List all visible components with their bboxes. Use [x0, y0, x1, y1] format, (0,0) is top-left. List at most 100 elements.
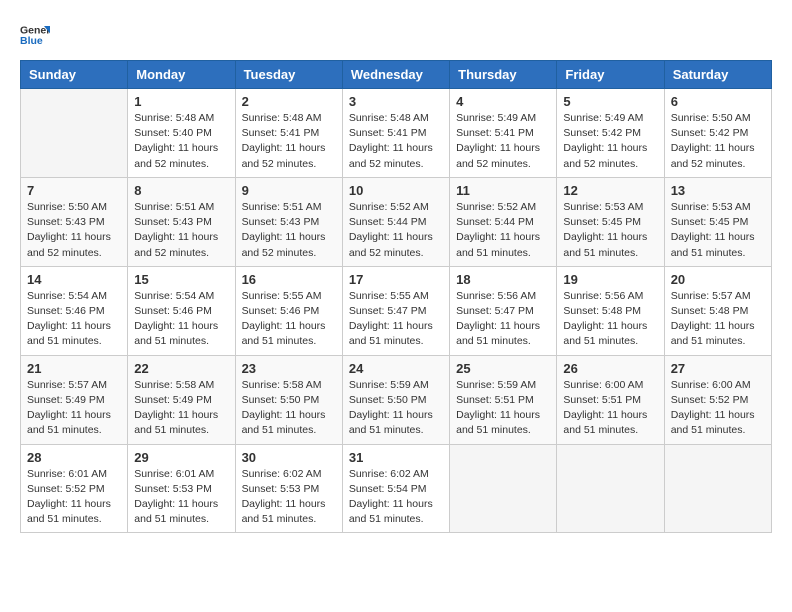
calendar-cell: 22 Sunrise: 5:58 AM Sunset: 5:49 PM Dayli… [128, 355, 235, 444]
calendar-cell [664, 444, 771, 533]
day-info: Sunrise: 5:48 AM Sunset: 5:40 PM Dayligh… [134, 111, 228, 172]
weekday-header-sunday: Sunday [21, 61, 128, 89]
day-number: 27 [671, 361, 765, 376]
calendar-week-5: 28 Sunrise: 6:01 AM Sunset: 5:52 PM Dayli… [21, 444, 772, 533]
day-info: Sunrise: 5:49 AM Sunset: 5:42 PM Dayligh… [563, 111, 657, 172]
day-info: Sunrise: 6:01 AM Sunset: 5:53 PM Dayligh… [134, 467, 228, 528]
calendar-header-row: SundayMondayTuesdayWednesdayThursdayFrid… [21, 61, 772, 89]
calendar-cell: 1 Sunrise: 5:48 AM Sunset: 5:40 PM Daylig… [128, 89, 235, 178]
calendar-cell: 2 Sunrise: 5:48 AM Sunset: 5:41 PM Daylig… [235, 89, 342, 178]
calendar-cell: 13 Sunrise: 5:53 AM Sunset: 5:45 PM Dayli… [664, 177, 771, 266]
day-number: 26 [563, 361, 657, 376]
day-info: Sunrise: 5:59 AM Sunset: 5:50 PM Dayligh… [349, 378, 443, 439]
weekday-header-tuesday: Tuesday [235, 61, 342, 89]
day-info: Sunrise: 6:00 AM Sunset: 5:51 PM Dayligh… [563, 378, 657, 439]
page-header: General Blue [20, 20, 772, 50]
day-info: Sunrise: 5:56 AM Sunset: 5:48 PM Dayligh… [563, 289, 657, 350]
calendar-cell: 28 Sunrise: 6:01 AM Sunset: 5:52 PM Dayli… [21, 444, 128, 533]
day-number: 30 [242, 450, 336, 465]
weekday-header-monday: Monday [128, 61, 235, 89]
calendar-cell: 14 Sunrise: 5:54 AM Sunset: 5:46 PM Dayli… [21, 266, 128, 355]
day-number: 19 [563, 272, 657, 287]
calendar-cell: 12 Sunrise: 5:53 AM Sunset: 5:45 PM Dayli… [557, 177, 664, 266]
calendar-cell: 24Sunrise: 5:59 AM Sunset: 5:50 PM Dayli… [342, 355, 449, 444]
calendar-cell: 23Sunrise: 5:58 AM Sunset: 5:50 PM Dayli… [235, 355, 342, 444]
calendar-cell: 7Sunrise: 5:50 AM Sunset: 5:43 PM Daylig… [21, 177, 128, 266]
day-number: 21 [27, 361, 121, 376]
calendar-cell: 31 Sunrise: 6:02 AM Sunset: 5:54 PM Dayli… [342, 444, 449, 533]
day-number: 14 [27, 272, 121, 287]
day-number: 11 [456, 183, 550, 198]
day-number: 18 [456, 272, 550, 287]
weekday-header-wednesday: Wednesday [342, 61, 449, 89]
calendar-cell: 5 Sunrise: 5:49 AM Sunset: 5:42 PM Daylig… [557, 89, 664, 178]
calendar-table: SundayMondayTuesdayWednesdayThursdayFrid… [20, 60, 772, 533]
calendar-cell [21, 89, 128, 178]
day-number: 22 [134, 361, 228, 376]
calendar-week-2: 7Sunrise: 5:50 AM Sunset: 5:43 PM Daylig… [21, 177, 772, 266]
day-number: 9 [242, 183, 336, 198]
calendar-cell: 15 Sunrise: 5:54 AM Sunset: 5:46 PM Dayli… [128, 266, 235, 355]
day-info: Sunrise: 5:54 AM Sunset: 5:46 PM Dayligh… [27, 289, 121, 350]
day-info: Sunrise: 5:58 AM Sunset: 5:50 PM Dayligh… [242, 378, 336, 439]
calendar-body: 1 Sunrise: 5:48 AM Sunset: 5:40 PM Daylig… [21, 89, 772, 533]
day-info: Sunrise: 5:48 AM Sunset: 5:41 PM Dayligh… [242, 111, 336, 172]
calendar-cell: 9 Sunrise: 5:51 AM Sunset: 5:43 PM Daylig… [235, 177, 342, 266]
day-info: Sunrise: 5:52 AM Sunset: 5:44 PM Dayligh… [349, 200, 443, 261]
day-info: Sunrise: 5:56 AM Sunset: 5:47 PM Dayligh… [456, 289, 550, 350]
calendar-cell: 6Sunrise: 5:50 AM Sunset: 5:42 PM Daylig… [664, 89, 771, 178]
svg-text:Blue: Blue [20, 35, 43, 47]
day-number: 3 [349, 94, 443, 109]
day-number: 4 [456, 94, 550, 109]
day-info: Sunrise: 5:59 AM Sunset: 5:51 PM Dayligh… [456, 378, 550, 439]
calendar-cell: 21Sunrise: 5:57 AM Sunset: 5:49 PM Dayli… [21, 355, 128, 444]
day-number: 2 [242, 94, 336, 109]
day-info: Sunrise: 5:55 AM Sunset: 5:47 PM Dayligh… [349, 289, 443, 350]
day-number: 5 [563, 94, 657, 109]
calendar-cell [450, 444, 557, 533]
day-number: 25 [456, 361, 550, 376]
day-info: Sunrise: 5:54 AM Sunset: 5:46 PM Dayligh… [134, 289, 228, 350]
day-number: 15 [134, 272, 228, 287]
calendar-cell: 10 Sunrise: 5:52 AM Sunset: 5:44 PM Dayli… [342, 177, 449, 266]
day-number: 31 [349, 450, 443, 465]
day-info: Sunrise: 5:58 AM Sunset: 5:49 PM Dayligh… [134, 378, 228, 439]
day-info: Sunrise: 5:53 AM Sunset: 5:45 PM Dayligh… [671, 200, 765, 261]
calendar-cell: 11 Sunrise: 5:52 AM Sunset: 5:44 PM Dayli… [450, 177, 557, 266]
calendar-cell: 27 Sunrise: 6:00 AM Sunset: 5:52 PM Dayli… [664, 355, 771, 444]
calendar-cell: 18 Sunrise: 5:56 AM Sunset: 5:47 PM Dayli… [450, 266, 557, 355]
calendar-cell: 25 Sunrise: 5:59 AM Sunset: 5:51 PM Dayli… [450, 355, 557, 444]
day-info: Sunrise: 5:50 AM Sunset: 5:43 PM Dayligh… [27, 200, 121, 261]
logo: General Blue [20, 20, 50, 50]
calendar-cell: 29 Sunrise: 6:01 AM Sunset: 5:53 PM Dayli… [128, 444, 235, 533]
calendar-week-3: 14 Sunrise: 5:54 AM Sunset: 5:46 PM Dayli… [21, 266, 772, 355]
day-info: Sunrise: 5:52 AM Sunset: 5:44 PM Dayligh… [456, 200, 550, 261]
weekday-header-friday: Friday [557, 61, 664, 89]
calendar-cell: 30 Sunrise: 6:02 AM Sunset: 5:53 PM Dayli… [235, 444, 342, 533]
day-info: Sunrise: 6:02 AM Sunset: 5:53 PM Dayligh… [242, 467, 336, 528]
day-info: Sunrise: 6:00 AM Sunset: 5:52 PM Dayligh… [671, 378, 765, 439]
day-number: 12 [563, 183, 657, 198]
day-number: 13 [671, 183, 765, 198]
calendar-cell: 3 Sunrise: 5:48 AM Sunset: 5:41 PM Daylig… [342, 89, 449, 178]
logo-icon: General Blue [20, 20, 50, 50]
day-info: Sunrise: 5:55 AM Sunset: 5:46 PM Dayligh… [242, 289, 336, 350]
calendar-cell: 20Sunrise: 5:57 AM Sunset: 5:48 PM Dayli… [664, 266, 771, 355]
day-info: Sunrise: 6:01 AM Sunset: 5:52 PM Dayligh… [27, 467, 121, 528]
day-number: 29 [134, 450, 228, 465]
day-number: 28 [27, 450, 121, 465]
day-number: 17 [349, 272, 443, 287]
day-info: Sunrise: 6:02 AM Sunset: 5:54 PM Dayligh… [349, 467, 443, 528]
day-number: 20 [671, 272, 765, 287]
calendar-cell: 19 Sunrise: 5:56 AM Sunset: 5:48 PM Dayli… [557, 266, 664, 355]
day-number: 1 [134, 94, 228, 109]
calendar-cell: 4Sunrise: 5:49 AM Sunset: 5:41 PM Daylig… [450, 89, 557, 178]
calendar-cell: 8Sunrise: 5:51 AM Sunset: 5:43 PM Daylig… [128, 177, 235, 266]
day-info: Sunrise: 5:51 AM Sunset: 5:43 PM Dayligh… [242, 200, 336, 261]
calendar-cell: 17 Sunrise: 5:55 AM Sunset: 5:47 PM Dayli… [342, 266, 449, 355]
day-number: 10 [349, 183, 443, 198]
day-info: Sunrise: 5:48 AM Sunset: 5:41 PM Dayligh… [349, 111, 443, 172]
day-info: Sunrise: 5:53 AM Sunset: 5:45 PM Dayligh… [563, 200, 657, 261]
weekday-header-thursday: Thursday [450, 61, 557, 89]
day-number: 16 [242, 272, 336, 287]
